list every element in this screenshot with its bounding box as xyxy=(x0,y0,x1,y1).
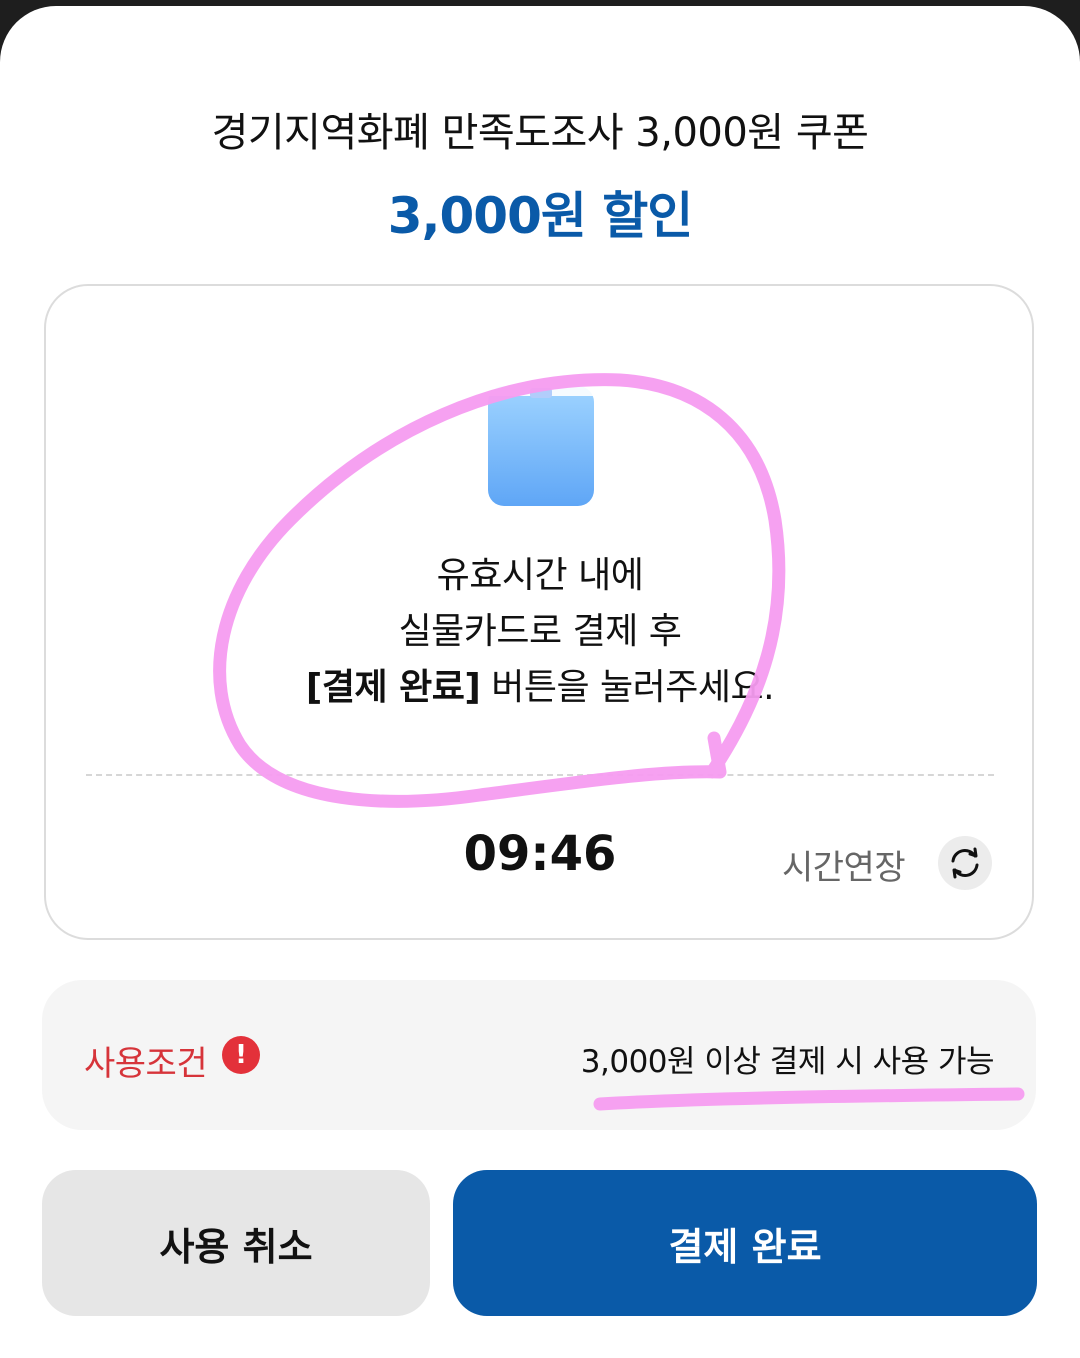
payment-instructions: 유효시간 내에 실물카드로 결제 후 [결제 완료] 버튼을 눌러주세요. xyxy=(46,548,1034,716)
instruction-line-3-rest: 버튼을 눌러주세요. xyxy=(480,667,775,708)
usage-conditions: 사용조건 ! 3,000원 이상 결제 시 사용 가능 xyxy=(42,980,1036,1130)
usage-conditions-text: 3,000원 이상 결제 시 사용 가능 xyxy=(580,1044,995,1080)
coupon-sheet: 경기지역화폐 만족도조사 3,000원 쿠폰 3,000원 할인 유효시간 내에… xyxy=(0,6,1080,1358)
instruction-line-3: [결제 완료] 버튼을 눌러주세요. xyxy=(46,660,1034,716)
countdown-timer: 09:46 xyxy=(463,826,617,882)
extend-time-button[interactable] xyxy=(938,836,992,890)
instruction-line-2: 실물카드로 결제 후 xyxy=(398,611,682,652)
payment-complete-button[interactable]: 결제 완료 xyxy=(453,1170,1037,1316)
extend-time-label[interactable]: 시간연장 xyxy=(782,840,906,889)
cancel-use-button[interactable]: 사용 취소 xyxy=(42,1170,430,1316)
instruction-button-ref: [결제 완료] xyxy=(305,667,481,708)
usage-conditions-label: 사용조건 xyxy=(84,1044,208,1084)
payment-card-icon xyxy=(486,382,596,506)
payment-card-panel: 유효시간 내에 실물카드로 결제 후 [결제 완료] 버튼을 눌러주세요. 09… xyxy=(44,284,1034,940)
discount-amount: 3,000원 할인 xyxy=(387,187,694,245)
alert-icon[interactable]: ! xyxy=(222,1036,260,1074)
instruction-line-1: 유효시간 내에 xyxy=(436,555,644,596)
coupon-title: 경기지역화폐 만족도조사 3,000원 쿠폰 xyxy=(211,110,869,156)
refresh-icon xyxy=(951,847,979,879)
dashed-divider xyxy=(86,774,994,776)
